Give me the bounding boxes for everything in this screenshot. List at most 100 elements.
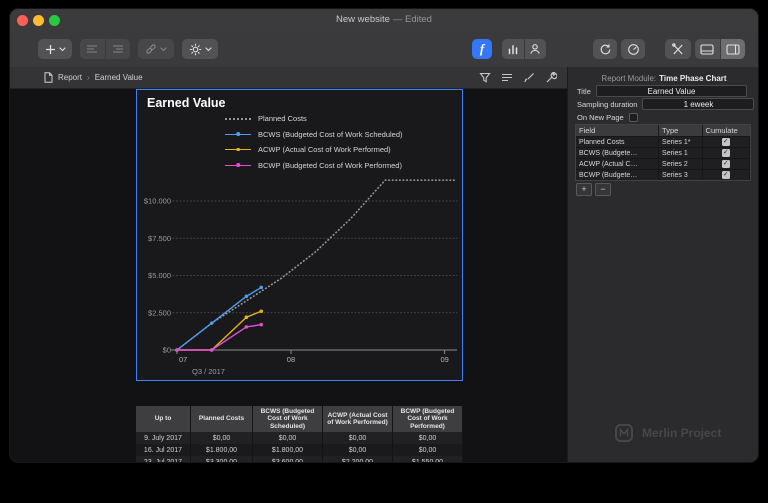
- series-table-actions: + −: [576, 183, 611, 196]
- add-button[interactable]: [38, 39, 72, 59]
- indent-button[interactable]: [105, 39, 131, 59]
- value-cell: $0,00: [253, 432, 323, 444]
- cumulate-checkbox[interactable]: ✓: [722, 138, 730, 146]
- value-cell: $0,00: [323, 444, 393, 456]
- utilities-button[interactable]: [665, 39, 691, 59]
- statistics-segmented-control: [502, 39, 546, 59]
- series-table-row[interactable]: BCWP (Budgete…Series 3✓: [576, 169, 750, 180]
- cost-table-header-cell: ACWP (Actual Cost of Work Performed): [323, 406, 393, 432]
- sampling-row: Sampling duration: [577, 98, 747, 110]
- chevron-down-icon: [59, 47, 66, 52]
- series-cumulate-cell: ✓: [703, 137, 750, 147]
- remove-series-button[interactable]: −: [595, 183, 611, 196]
- value-cell: $3.600,00: [253, 456, 323, 463]
- merlin-logo-icon: [614, 423, 634, 443]
- series-cumulate-cell: ✓: [703, 159, 750, 169]
- legend-label: BCWP (Budgeted Cost of Work Performed): [258, 161, 402, 170]
- cost-table-header-cell: BCWS (Budgeted Cost of Work Scheduled): [253, 406, 323, 432]
- series-table-header: Field Type Cumulate: [576, 125, 750, 136]
- field-column-header[interactable]: Field: [576, 125, 659, 136]
- value-cell: $1.800,00: [191, 444, 253, 456]
- toolbar: f: [10, 31, 758, 68]
- cumulate-checkbox[interactable]: ✓: [722, 160, 730, 168]
- activity-gauge-button[interactable]: [621, 39, 645, 59]
- toggle-right-inspector-button[interactable]: [720, 39, 746, 59]
- brand-name: Merlin Project: [642, 426, 721, 440]
- value-cell: $1.800,00: [253, 444, 323, 456]
- date-cell: 23. Jul 2017: [136, 456, 191, 463]
- svg-text:07: 07: [179, 355, 187, 364]
- cumulate-checkbox[interactable]: ✓: [722, 171, 730, 179]
- series-table-row[interactable]: Planned CostsSeries 1*✓: [576, 136, 750, 147]
- on-new-page-checkbox[interactable]: [629, 113, 638, 122]
- series-field-cell: BCWS (Budgete…: [576, 148, 659, 158]
- value-cell: $0,00: [191, 432, 253, 444]
- window-title: New website— Edited: [10, 9, 758, 31]
- cost-table-body: 9. July 2017$0,00$0,00$0,00$0,0016. Jul …: [136, 432, 463, 463]
- format-list-button[interactable]: [501, 73, 513, 83]
- svg-text:$2.500: $2.500: [148, 308, 171, 317]
- legend-line-sample: [225, 165, 251, 166]
- cost-table: Up toPlanned CostsBCWS (Budgeted Cost of…: [136, 406, 463, 463]
- legend-item: Planned Costs: [225, 111, 403, 127]
- outdent-icon: [86, 44, 98, 54]
- title-input[interactable]: [596, 85, 747, 97]
- value-cell: $0,00: [393, 444, 463, 456]
- value-cell: $0,00: [393, 432, 463, 444]
- value-cell: $2.200,00: [323, 456, 393, 463]
- right-panel-icon: [726, 44, 740, 55]
- report-toolbar: [479, 67, 557, 89]
- bottom-panel-icon: [700, 44, 714, 55]
- outline-segmented-control: [80, 39, 130, 59]
- svg-text:09: 09: [440, 355, 448, 364]
- style-brush-button[interactable]: [523, 72, 535, 84]
- sampling-duration-input[interactable]: [642, 98, 754, 110]
- f-badge-button[interactable]: f: [472, 39, 492, 59]
- gauge-icon: [627, 43, 640, 56]
- link-button[interactable]: [138, 39, 174, 59]
- title-row: Title: [577, 85, 747, 97]
- chart-title: Earned Value: [147, 96, 226, 110]
- cost-table-header-cell: Up to: [136, 406, 191, 432]
- series-field-cell: ACWP (Actual C…: [576, 159, 659, 169]
- wrench-button[interactable]: [545, 72, 557, 84]
- cumulate-checkbox[interactable]: ✓: [722, 149, 730, 157]
- value-cell: $1.550,00: [393, 456, 463, 463]
- breadcrumb-current[interactable]: Earned Value: [95, 73, 143, 82]
- report-module-label: Report Module:: [601, 74, 656, 83]
- date-cell: 9. July 2017: [136, 432, 191, 444]
- person-icon: [529, 43, 541, 55]
- outdent-button[interactable]: [80, 39, 105, 59]
- svg-text:$0: $0: [163, 346, 171, 355]
- series-table-body: Planned CostsSeries 1*✓BCWS (Budgete…Ser…: [576, 136, 750, 180]
- inspector-panel: Report Module: Time Phase Chart Title Sa…: [567, 67, 759, 462]
- add-series-button[interactable]: +: [576, 183, 592, 196]
- svg-text:$10.000: $10.000: [144, 197, 171, 206]
- toggle-bottom-panel-button[interactable]: [695, 39, 720, 59]
- svg-text:$5.000: $5.000: [148, 271, 171, 280]
- series-cumulate-cell: ✓: [703, 148, 750, 158]
- settings-button[interactable]: [182, 39, 218, 59]
- value-cell: $3.300,00: [191, 456, 253, 463]
- breadcrumb-separator: ›: [87, 73, 90, 82]
- app-window: New website— Edited f: [9, 8, 759, 463]
- series-table-row[interactable]: BCWS (Budgete…Series 1✓: [576, 147, 750, 158]
- cost-table-row: 9. July 2017$0,00$0,00$0,00$0,00: [136, 432, 463, 444]
- legend-line-sample: [225, 118, 251, 120]
- cumulate-column-header[interactable]: Cumulate: [703, 125, 750, 136]
- type-column-header[interactable]: Type: [659, 125, 703, 136]
- legend-item: BCWP (Budgeted Cost of Work Performed): [225, 158, 403, 174]
- link-icon: [145, 43, 157, 55]
- sync-button[interactable]: [593, 39, 617, 59]
- f-badge-label: f: [480, 41, 484, 57]
- series-type-cell: Series 1*: [659, 137, 703, 147]
- chart-view-button[interactable]: [502, 39, 524, 59]
- filter-button[interactable]: [479, 72, 491, 84]
- series-table-row[interactable]: ACWP (Actual C…Series 2 ✓: [576, 158, 750, 169]
- legend-line-sample: [225, 149, 251, 150]
- resources-view-button[interactable]: [524, 39, 547, 59]
- report-canvas: $0$2.500$5.000$7.500$10.000070809Q3 / 20…: [10, 89, 567, 463]
- breadcrumb-root[interactable]: Report: [58, 73, 82, 82]
- series-type-cell: Series 2: [659, 159, 703, 169]
- earned-value-chart-frame[interactable]: $0$2.500$5.000$7.500$10.000070809Q3 / 20…: [136, 89, 463, 381]
